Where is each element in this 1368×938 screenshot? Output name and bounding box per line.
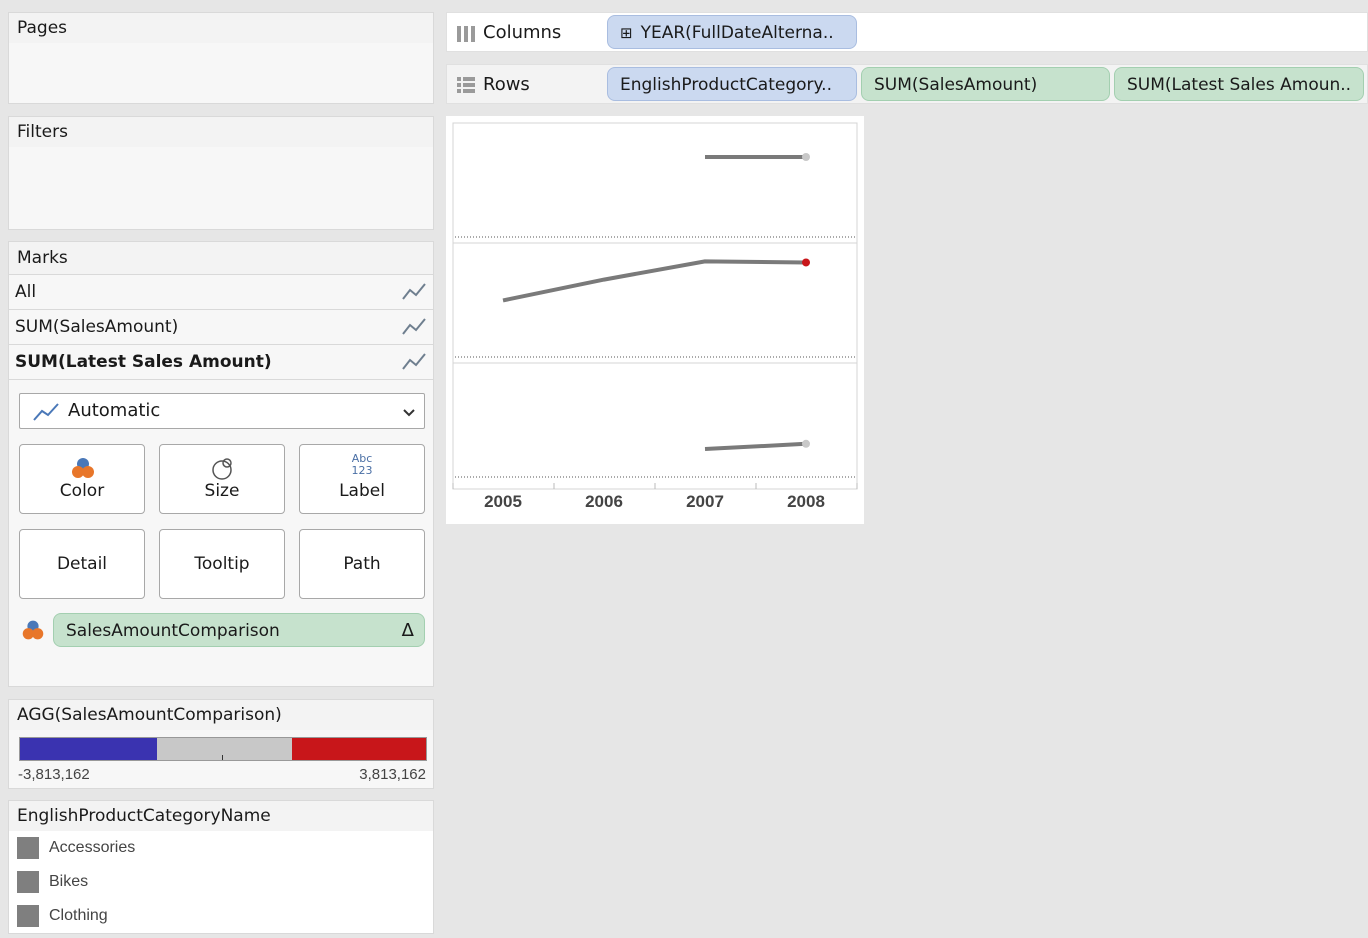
delta-icon: Δ [401,620,414,641]
legend-item-bikes[interactable]: Bikes [17,869,88,893]
filters-title: Filters [9,117,433,147]
size-button[interactable]: Size [159,444,285,514]
legend-swatch [17,836,39,859]
color-icon [72,458,94,478]
pages-title: Pages [9,13,433,43]
pill-label: EnglishProductCategory.. [620,75,832,95]
legend-item-accessories[interactable]: Accessories [17,835,135,859]
color-field-name: SalesAmountComparison [66,621,280,641]
rows-icon [457,77,475,93]
path-label: Path [343,554,381,574]
legend-swatch [17,870,39,893]
marks-row-sum-salesamount[interactable]: SUM(SalesAmount) [9,309,433,344]
pill-label: YEAR(FullDateAlterna.. [640,23,834,43]
columns-icon [457,26,475,42]
color-legend-card[interactable]: AGG(SalesAmountComparison) -3,813,162 3,… [8,699,434,789]
rows-shelf[interactable]: Rows EnglishProductCategory.. SUM(SalesA… [446,64,1368,104]
size-label: Size [204,481,240,501]
detail-button[interactable]: Detail [19,529,145,599]
num-text: 123 [351,464,373,477]
columns-shelf[interactable]: Columns ⊞ YEAR(FullDateAlterna.. [446,12,1368,52]
color-legend-max: 3,813,162 [359,766,426,783]
tooltip-label: Tooltip [194,554,250,574]
abc-123-icon: Abc 123 [300,453,424,477]
rows-pill-sum-latest-sales[interactable]: SUM(Latest Sales Amoun.. [1114,67,1364,101]
color-legend-title: AGG(SalesAmountComparison) [9,700,433,730]
rows-pill-sum-salesamount[interactable]: SUM(SalesAmount) [861,67,1110,101]
expand-icon[interactable]: ⊞ [620,24,633,42]
legend-item-label: Accessories [49,839,136,856]
size-icon [212,458,232,480]
legend-item-clothing[interactable]: Clothing [17,903,108,927]
marks-row-label: SUM(SalesAmount) [15,317,179,337]
x-tick-label-2006: 2006 [585,492,623,511]
label-label: Label [339,481,385,501]
color-legend-min: -3,813,162 [18,766,90,783]
marks-row-label: All [15,282,37,302]
line-chart-icon [402,283,426,300]
x-tick-label-2008: 2008 [787,492,825,511]
pill-label: SUM(Latest Sales Amoun.. [1127,75,1352,95]
color-ramp-mid [157,738,292,760]
columns-pill-year[interactable]: ⊞ YEAR(FullDateAlterna.. [607,15,857,49]
label-button[interactable]: Abc 123 Label [299,444,425,514]
color-ramp-center-tick [222,755,223,760]
marks-title: Marks [9,242,433,274]
latest-point-accessories [802,153,810,161]
path-button[interactable]: Path [299,529,425,599]
rows-pill-category[interactable]: EnglishProductCategory.. [607,67,857,101]
color-button[interactable]: Color [19,444,145,514]
mark-type-dropdown[interactable]: Automatic [19,393,425,429]
chart-area: 2005 2006 2007 2008 [446,116,864,524]
detail-label: Detail [56,554,108,574]
latest-point-bikes [802,258,810,267]
color-ramp [19,737,427,761]
marks-card: Marks All SUM(SalesAmount) SUM(Latest Sa… [8,241,434,687]
legend-item-label: Bikes [49,873,89,890]
tooltip-button[interactable]: Tooltip [159,529,285,599]
color-field-icon [22,620,44,640]
color-label: Color [59,481,105,501]
marks-row-label: SUM(Latest Sales Amount) [15,352,272,372]
pill-label: SUM(SalesAmount) [874,75,1038,95]
chevron-down-icon [403,409,415,417]
rows-label: Rows [483,74,530,95]
pages-card[interactable]: Pages [8,12,434,104]
color-ramp-low [20,738,157,760]
line-chart-icon [402,318,426,335]
filters-card[interactable]: Filters [8,116,434,230]
legend-swatch [17,904,39,927]
marks-row-all[interactable]: All [9,274,433,309]
marks-row-sum-latest-sales[interactable]: SUM(Latest Sales Amount) [9,344,433,380]
color-field-pill[interactable]: SalesAmountComparison Δ [53,613,425,647]
mark-type-value: Automatic [68,400,161,421]
latest-point-clothing [802,439,810,448]
columns-label: Columns [483,22,562,43]
color-ramp-high [292,738,426,760]
x-tick-label-2005: 2005 [484,492,522,511]
line-chart-icon [402,353,426,370]
legend-item-label: Clothing [49,907,108,924]
category-legend-title: EnglishProductCategoryName [9,801,433,831]
category-legend-card[interactable]: EnglishProductCategoryName Accessories B… [8,800,434,934]
line-mark-icon [33,403,59,421]
line-chart[interactable]: 2005 2006 2007 2008 [446,116,864,524]
x-tick-label-2007: 2007 [686,492,724,511]
